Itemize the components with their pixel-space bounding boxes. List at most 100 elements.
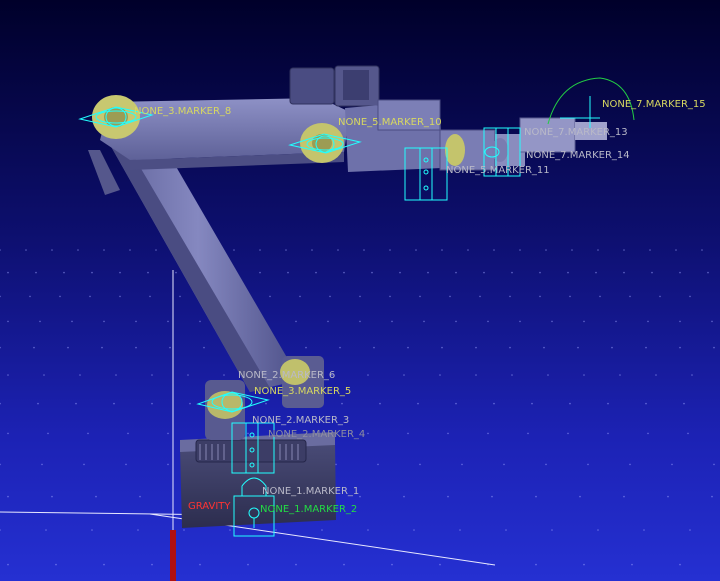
grid-dot [265,402,267,405]
grid-dot [175,271,177,274]
grid-dot [29,295,31,298]
grid-dot [45,529,47,531]
gravity-vector-icon [170,530,176,581]
grid-dot [233,249,235,251]
grid-dot [579,495,581,498]
grid-dot [147,271,149,274]
grid-dot [151,563,153,566]
grid-dot [399,271,401,274]
grid-dot [597,249,599,251]
grid-dot [7,432,9,435]
grid-dot [679,563,681,566]
grid-dot [269,295,271,298]
grid-dot [567,271,569,274]
gravity-label[interactable]: GRAVITY [188,501,231,512]
grid-dot [41,463,43,466]
grid-dot [571,249,573,251]
grid-dot [583,563,585,566]
grid-dot [0,346,1,349]
grid-dot [707,271,709,274]
grid-dot [7,495,9,498]
grid-dot [419,295,421,298]
model-viewport[interactable]: NONE_3.MARKER_8 NONE_5.MARKER_10 NONE_7.… [0,0,720,581]
grid-dot [503,463,505,466]
grid-dot [455,271,457,274]
grid-dot [461,463,463,466]
grid-dot [189,402,191,405]
grid-dot [415,249,417,251]
grid-dot [659,295,661,298]
grid-dot [455,402,457,405]
grid-dot [79,374,81,376]
grid-dot [199,563,201,566]
grid-dot [83,463,85,466]
grid-dot [329,295,331,298]
grid-dot [527,432,529,435]
grid-dot [87,432,89,435]
grid-dot [327,320,329,323]
marker-label-none7-marker15[interactable]: NONE_7.MARKER_15 [602,99,706,110]
robot-arm-scene[interactable] [0,0,720,581]
grid-dot [367,432,369,435]
grid-dot [539,271,541,274]
marker-label-none7-marker14[interactable]: NONE_7.MARKER_14 [526,150,630,161]
grid-dot [0,249,1,251]
grid-dot [551,529,553,531]
grid-dot [305,346,307,349]
grid-dot [119,295,121,298]
grid-dot [223,374,225,376]
grid-dot [509,295,511,298]
marker-label-marker2[interactable]: NONE_1.MARKER_2 [260,504,357,515]
marker-label-none3-marker5[interactable]: NONE_3.MARKER_5 [254,386,351,397]
upper-arm[interactable] [92,65,380,170]
marker-label-none1-marker1[interactable]: NONE_1.MARKER_1 [262,486,359,497]
grid-dot [447,495,449,498]
grid-dot [391,563,393,566]
grid-dot [47,432,49,435]
marker-label-none7-marker13[interactable]: NONE_7.MARKER_13 [524,127,628,138]
grid-dot [545,249,547,251]
marker-label-marker11[interactable]: NONE_5.MARKER_11 [446,165,550,176]
grid-dot [379,402,381,405]
grid-dot [413,529,415,531]
grid-dot [125,463,127,466]
grid-dot [299,295,301,298]
grid-dot [75,402,77,405]
grid-dot [487,432,489,435]
marker-label-none3-marker8[interactable]: NONE_3.MARKER_8 [134,106,231,117]
grid-dot [229,529,231,531]
grid-dot [595,271,597,274]
grid-dot [655,374,657,376]
marker-label-none2-marker3[interactable]: NONE_2.MARKER_3 [252,415,349,426]
grid-dot [295,320,297,323]
grid-dot [359,320,361,323]
grid-dot [335,463,337,466]
grid-dot [479,295,481,298]
grid-dot [377,463,379,466]
grid-dot [71,320,73,323]
grid-dot [607,402,609,405]
grid-dot [51,495,53,498]
grid-dot [647,432,649,435]
grid-dot [569,295,571,298]
marker-label-none5-marker10[interactable]: NONE_5.MARKER_10 [338,117,442,128]
marker-label-marker4[interactable]: NONE_2.MARKER_4 [268,429,365,440]
grid-dot [359,495,361,498]
grid-dot [0,463,1,466]
grid-dot [259,271,261,274]
grid-dot [367,374,369,376]
grid-dot [689,295,691,298]
grid-dot [599,295,601,298]
grid-dot [119,271,121,274]
grid-dot [511,374,513,376]
grid-dot [199,320,201,323]
grid-dot [713,463,715,466]
grid-dot [647,320,649,323]
grid-dot [63,271,65,274]
grid-dot [649,249,651,251]
grid-dot [645,346,647,349]
grid-dot [551,320,553,323]
marker-label-none2-marker6[interactable]: NONE_2.MARKER_6 [238,370,335,381]
grid-dot [713,346,715,349]
grid-dot [127,432,129,435]
